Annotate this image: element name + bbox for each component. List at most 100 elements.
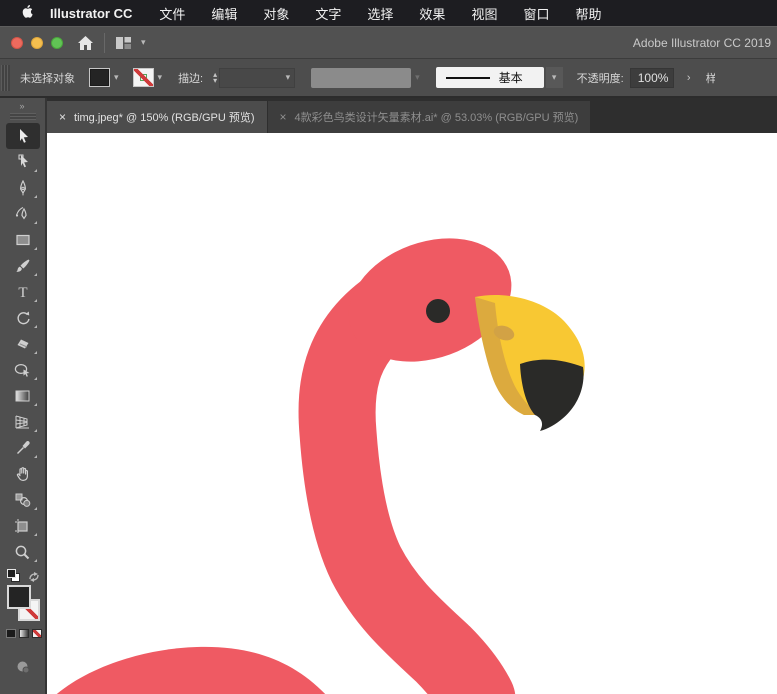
zoom-tool[interactable] xyxy=(6,539,40,565)
flyout-indicator xyxy=(33,273,37,276)
minimize-window-button[interactable] xyxy=(31,36,43,49)
flyout-indicator xyxy=(33,507,37,510)
control-bar: 未选择对象 ▾ ▾ 描边: ▴ ▾ ▾ ▾ 基本 ▾ 不透明度: 100% › … xyxy=(0,58,777,98)
selection-status-label: 未选择对象 xyxy=(20,72,75,85)
flyout-indicator xyxy=(33,559,37,562)
brush-chevron-down-icon[interactable]: ▾ xyxy=(415,72,420,83)
shape-builder-icon xyxy=(14,363,30,377)
apple-logo-icon[interactable] xyxy=(14,5,44,21)
artboard-canvas[interactable] xyxy=(47,133,777,694)
rectangle-tool[interactable] xyxy=(6,227,40,253)
gradient-tool[interactable] xyxy=(6,383,40,409)
toolbar-expand-icon[interactable]: » xyxy=(0,98,45,113)
menu-edit[interactable]: 编辑 xyxy=(198,4,250,23)
hand-icon xyxy=(16,467,28,481)
selection-tool[interactable] xyxy=(5,123,40,149)
flamingo-beak-tip xyxy=(520,359,584,431)
style-label-clipped: 样 xyxy=(705,72,715,85)
curvature-pen-icon xyxy=(15,207,27,220)
flamingo-body xyxy=(56,646,326,694)
eraser-tool[interactable] xyxy=(6,331,40,357)
artboard-tool[interactable] xyxy=(6,513,40,539)
flyout-indicator xyxy=(33,351,37,354)
gradient-icon xyxy=(15,390,30,402)
menu-object[interactable]: 对象 xyxy=(250,4,302,23)
document-area: × timg.jpeg* @ 150% (RGB/GPU 预览) × 4款彩色鸟… xyxy=(47,98,777,694)
toolbar-grip[interactable] xyxy=(9,113,36,120)
opacity-input[interactable]: 100% xyxy=(629,67,674,88)
none-mode-button[interactable] xyxy=(31,629,42,638)
tab-label: 4款彩色鸟类设计矢量素材.ai* @ 53.03% (RGB/GPU 预览) xyxy=(294,112,579,124)
stroke-style-value: 基本 xyxy=(498,71,523,85)
document-tab-birds[interactable]: × 4款彩色鸟类设计矢量素材.ai* @ 53.03% (RGB/GPU 预览) xyxy=(267,101,591,133)
fill-color-indicator[interactable] xyxy=(6,585,31,609)
stroke-weight-stepper[interactable]: ▴ ▾ xyxy=(213,70,217,84)
none-diagonal-icon xyxy=(32,630,41,637)
type-tool[interactable]: T xyxy=(6,279,40,305)
document-tab-timg[interactable]: × timg.jpeg* @ 150% (RGB/GPU 预览) xyxy=(47,101,267,133)
svg-text:T: T xyxy=(18,285,27,300)
stroke-style-line-icon xyxy=(445,76,490,79)
paintbrush-tool[interactable] xyxy=(6,253,40,279)
weight-chevron-down-icon[interactable]: ▾ xyxy=(286,72,291,83)
zoom-magnifier-icon xyxy=(15,545,30,559)
shape-builder-tool[interactable] xyxy=(6,357,40,383)
illustrator-window: Illustrator CC 文件 编辑 对象 文字 选择 效果 视图 窗口 帮… xyxy=(0,0,777,694)
rotate-tool[interactable] xyxy=(6,305,40,331)
fill-stroke-controls xyxy=(3,569,43,657)
color-mode-button[interactable] xyxy=(5,629,16,638)
controlbar-grip[interactable] xyxy=(1,64,10,91)
menubar-app-name[interactable]: Illustrator CC xyxy=(50,6,132,21)
paintbrush-icon xyxy=(15,259,29,272)
flyout-indicator xyxy=(33,455,37,458)
fill-color-swatch[interactable] xyxy=(89,68,110,87)
perspective-grid-icon xyxy=(15,415,29,429)
menu-view[interactable]: 视图 xyxy=(458,4,510,23)
menu-type[interactable]: 文字 xyxy=(302,4,354,23)
home-icon[interactable] xyxy=(77,35,94,51)
stroke-weight-dropdown[interactable]: ▾ xyxy=(219,67,296,88)
none-diagonal-icon xyxy=(133,69,153,86)
window-title: Adobe Illustrator CC 2019 xyxy=(632,35,771,50)
curvature-tool[interactable] xyxy=(6,201,40,227)
menu-help[interactable]: 帮助 xyxy=(562,4,614,23)
hand-tool[interactable] xyxy=(6,461,40,487)
menu-select[interactable]: 选择 xyxy=(354,4,406,23)
stroke-style-dropdown[interactable]: 基本 xyxy=(435,67,544,88)
flyout-indicator xyxy=(33,533,37,536)
flamingo-artwork xyxy=(56,238,585,694)
drawing-modes-button[interactable] xyxy=(15,659,31,680)
gradient-mode-button[interactable] xyxy=(18,629,29,638)
close-tab-icon[interactable]: × xyxy=(59,110,66,124)
pen-tool[interactable] xyxy=(6,175,40,201)
stroke-color-swatch[interactable] xyxy=(132,68,154,87)
eraser-icon xyxy=(17,339,28,349)
direct-selection-tool[interactable] xyxy=(6,149,40,175)
menu-file[interactable]: 文件 xyxy=(146,4,198,23)
style-chevron-down-icon: ▾ xyxy=(551,72,557,82)
menu-window[interactable]: 窗口 xyxy=(510,4,562,23)
eyedropper-tool[interactable] xyxy=(6,435,40,461)
main-area: » T × timg.jpeg* @ 150% (RGB/GPU 预览) × 4… xyxy=(0,98,777,694)
flyout-indicator xyxy=(33,247,37,250)
stroke-chevron-down-icon[interactable]: ▾ xyxy=(158,72,163,83)
tools-panel: » T xyxy=(0,98,47,694)
menu-effect[interactable]: 效果 xyxy=(406,4,458,23)
traffic-lights xyxy=(11,36,63,49)
titlebar-divider xyxy=(104,32,105,53)
close-window-button[interactable] xyxy=(11,36,23,49)
zoom-window-button[interactable] xyxy=(51,36,63,49)
artboard-icon xyxy=(15,519,28,533)
opacity-expand-button[interactable]: › xyxy=(680,68,698,88)
fill-chevron-down-icon[interactable]: ▾ xyxy=(114,72,119,83)
perspective-grid-tool[interactable] xyxy=(6,409,40,435)
brush-definition-dropdown[interactable] xyxy=(311,67,412,88)
workspace-switcher[interactable]: ▾ xyxy=(115,36,146,50)
stroke-style-chevron-button[interactable]: ▾ xyxy=(545,67,563,88)
pen-nib-icon xyxy=(19,180,26,196)
rectangle-icon xyxy=(15,234,30,246)
window-titlebar: ▾ Adobe Illustrator CC 2019 xyxy=(0,26,777,58)
stepper-down-icon[interactable]: ▾ xyxy=(213,76,217,84)
close-tab-icon[interactable]: × xyxy=(280,110,287,124)
symbols-tool[interactable] xyxy=(6,487,40,513)
